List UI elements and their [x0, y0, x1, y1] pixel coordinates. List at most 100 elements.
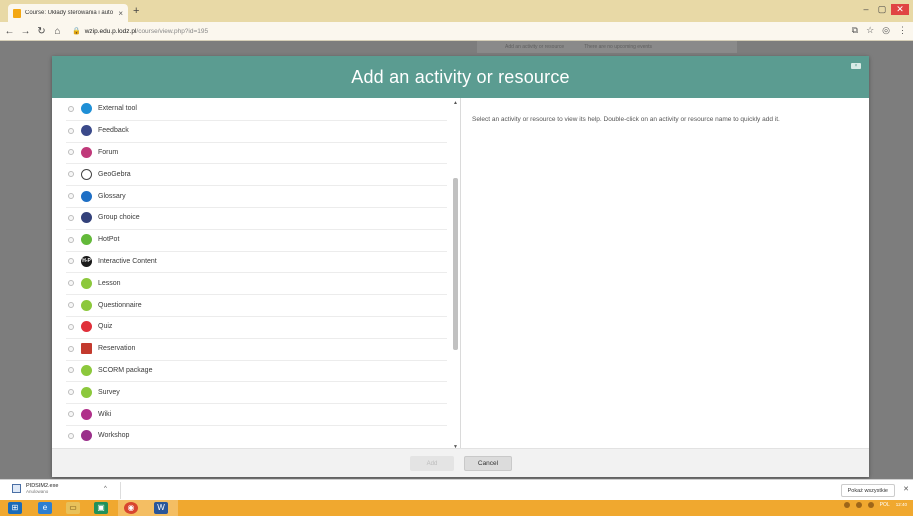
activity-option[interactable]: Reservation: [52, 337, 459, 360]
activity-label: GeoGebra: [98, 170, 131, 178]
activity-label: Wiki: [98, 410, 112, 418]
radio-button[interactable]: [68, 258, 74, 265]
h5p-icon: H-P: [81, 255, 92, 267]
tray-clock[interactable]: 12:40: [896, 502, 907, 508]
maximize-button[interactable]: ▢: [875, 4, 889, 15]
back-icon[interactable]: ←: [3, 26, 16, 37]
moodle-favicon-icon: [13, 8, 21, 18]
download-item[interactable]: PIDSIM2.exe Anulowano: [12, 483, 58, 494]
radio-button[interactable]: [68, 302, 74, 309]
activity-label: External tool: [98, 105, 137, 113]
tray-arrow-icon[interactable]: [843, 502, 850, 508]
radio-button[interactable]: [68, 323, 74, 330]
modal-close-icon[interactable]: ×: [851, 63, 861, 69]
activity-options-list: External tool Feedback Forum GeoGebra Glossa…: [52, 98, 459, 448]
activity-label: Workshop: [98, 432, 130, 440]
address-bar-actions: ⧉ ☆ ◎ ⋮: [852, 25, 907, 36]
url-host: wzip.edu.p.lodz.pl: [84, 27, 137, 35]
show-all-button[interactable]: Pokaż wszystkie: [840, 484, 895, 497]
activity-option[interactable]: Questionnaire: [52, 294, 459, 316]
add-activity-modal: Add an activity or resource × External t…: [52, 56, 869, 477]
scrollbar-thumb[interactable]: [453, 178, 458, 350]
bookmark-star-icon[interactable]: ☆: [866, 25, 874, 36]
word-icon[interactable]: W: [154, 502, 168, 514]
activity-option[interactable]: Glossary: [52, 185, 459, 207]
activity-option[interactable]: Lesson: [52, 272, 459, 294]
activity-option[interactable]: External tool: [52, 98, 459, 120]
radio-button[interactable]: [68, 171, 74, 178]
lesson-icon: [81, 277, 92, 289]
tab-title: Course: Układy sterowania i auto: [25, 10, 114, 16]
radio-button[interactable]: [68, 149, 74, 156]
activity-option[interactable]: Group choice: [52, 206, 459, 229]
download-separator: [120, 482, 121, 499]
activity-option[interactable]: Workshop: [52, 424, 459, 447]
radio-button[interactable]: [68, 236, 74, 243]
activity-label: Feedback: [98, 127, 129, 135]
activity-option[interactable]: GeoGebra: [52, 163, 459, 185]
megaphone-icon: [81, 125, 92, 137]
quiz-icon: [81, 321, 92, 333]
address-bar: ← → ↻ ⌂ 🔒 wzip.edu.p.lodz.pl /course/vie…: [0, 22, 913, 41]
activity-option[interactable]: Quiz: [52, 315, 459, 338]
menu-kebab-icon[interactable]: ⋮: [898, 25, 907, 36]
activity-option[interactable]: SCORM package: [52, 359, 459, 382]
add-button[interactable]: Add: [410, 456, 454, 471]
radio-button[interactable]: [68, 280, 74, 287]
minimize-button[interactable]: –: [859, 4, 873, 15]
forward-icon[interactable]: →: [19, 26, 32, 37]
scorm-icon: [81, 364, 92, 376]
internet-explorer-icon[interactable]: e: [38, 502, 52, 514]
activity-label: Reservation: [98, 345, 136, 353]
puzzle-icon: [81, 103, 92, 115]
download-shelf: PIDSIM2.exe Anulowano ^ Pokaż wszystkie …: [0, 479, 913, 500]
activity-option[interactable]: Feedback: [52, 119, 459, 142]
store-icon[interactable]: ▣: [94, 502, 108, 514]
scroll-up-icon[interactable]: ▲: [452, 100, 459, 106]
activity-option[interactable]: HotPot: [52, 228, 459, 251]
chrome-icon[interactable]: ◉: [124, 502, 138, 514]
file-icon: [12, 484, 21, 493]
extension-icon[interactable]: ◎: [882, 25, 890, 36]
calendar-icon: [81, 343, 92, 355]
lock-icon: 🔒: [72, 28, 81, 35]
tray-network-icon[interactable]: [855, 502, 862, 508]
modal-header: Add an activity or resource ×: [52, 56, 869, 98]
radio-button[interactable]: [68, 411, 74, 418]
radio-button[interactable]: [68, 105, 74, 112]
radio-button[interactable]: [68, 389, 74, 396]
radio-button[interactable]: [68, 214, 74, 221]
options-scrollbar[interactable]: ▲ ▼: [452, 100, 459, 450]
new-tab-button[interactable]: +: [133, 5, 139, 17]
modal-divider: [460, 98, 461, 448]
reload-icon[interactable]: ↻: [35, 26, 48, 37]
glossary-icon: [81, 190, 92, 202]
translate-icon[interactable]: ⧉: [852, 25, 858, 36]
activity-label: Questionnaire: [98, 301, 142, 309]
radio-button[interactable]: [68, 367, 74, 374]
activity-option[interactable]: Wiki: [52, 403, 459, 425]
radio-button[interactable]: [68, 127, 74, 134]
tray-volume-icon[interactable]: [867, 502, 874, 508]
tab-close-icon[interactable]: ×: [118, 9, 123, 18]
browser-tab[interactable]: Course: Układy sterowania i auto ×: [8, 4, 128, 22]
questionnaire-icon: [81, 299, 92, 311]
url-field[interactable]: 🔒 wzip.edu.p.lodz.pl /course/view.php?id…: [72, 27, 208, 36]
windows-taskbar: ⊞ e ▭ ▣ ◉ W POL 12:40: [0, 500, 913, 516]
download-shelf-close-icon[interactable]: ✕: [903, 485, 909, 493]
tray-language[interactable]: POL: [880, 502, 890, 508]
radio-button[interactable]: [68, 193, 74, 200]
radio-button[interactable]: [68, 345, 74, 352]
activity-label: Survey: [98, 388, 120, 396]
activity-label: SCORM package: [98, 366, 153, 374]
file-explorer-icon[interactable]: ▭: [66, 502, 80, 514]
activity-option[interactable]: Survey: [52, 381, 459, 403]
activity-option[interactable]: Forum: [52, 141, 459, 164]
activity-option[interactable]: H-P Interactive Content: [52, 250, 459, 273]
radio-button[interactable]: [68, 432, 74, 439]
home-icon[interactable]: ⌂: [51, 26, 64, 37]
windows-start-icon[interactable]: ⊞: [8, 502, 22, 514]
cancel-button[interactable]: Cancel: [464, 456, 512, 471]
close-window-button[interactable]: ✕: [891, 4, 909, 15]
chevron-up-icon[interactable]: ^: [104, 486, 107, 492]
